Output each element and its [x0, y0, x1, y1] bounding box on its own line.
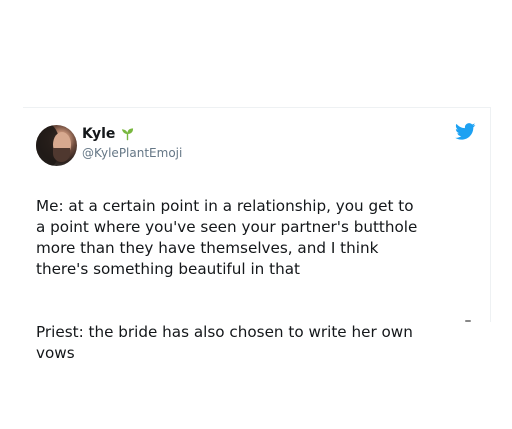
sprout-icon	[122, 128, 134, 141]
tweet-paragraph-2: Priest: the bride has also chosen to wri…	[36, 323, 413, 362]
author-name-row[interactable]: Kyle	[82, 125, 134, 143]
display-name[interactable]: Kyle	[82, 125, 115, 143]
tweet-paragraph-1: Me: at a certain point in a relationship…	[36, 197, 418, 278]
bottom-mark	[465, 320, 471, 322]
page: Kyle @KylePlantEmoji Me: at a certain po…	[0, 0, 512, 429]
tweet-body[interactable]: Me: at a certain point in a relationship…	[36, 175, 488, 385]
handle[interactable]: @KylePlantEmoji	[82, 145, 182, 161]
avatar[interactable]	[36, 125, 77, 166]
twitter-bird-icon[interactable]	[455, 123, 476, 140]
avatar-beard	[53, 148, 70, 162]
tweet-card[interactable]: Kyle @KylePlantEmoji Me: at a certain po…	[23, 107, 491, 362]
